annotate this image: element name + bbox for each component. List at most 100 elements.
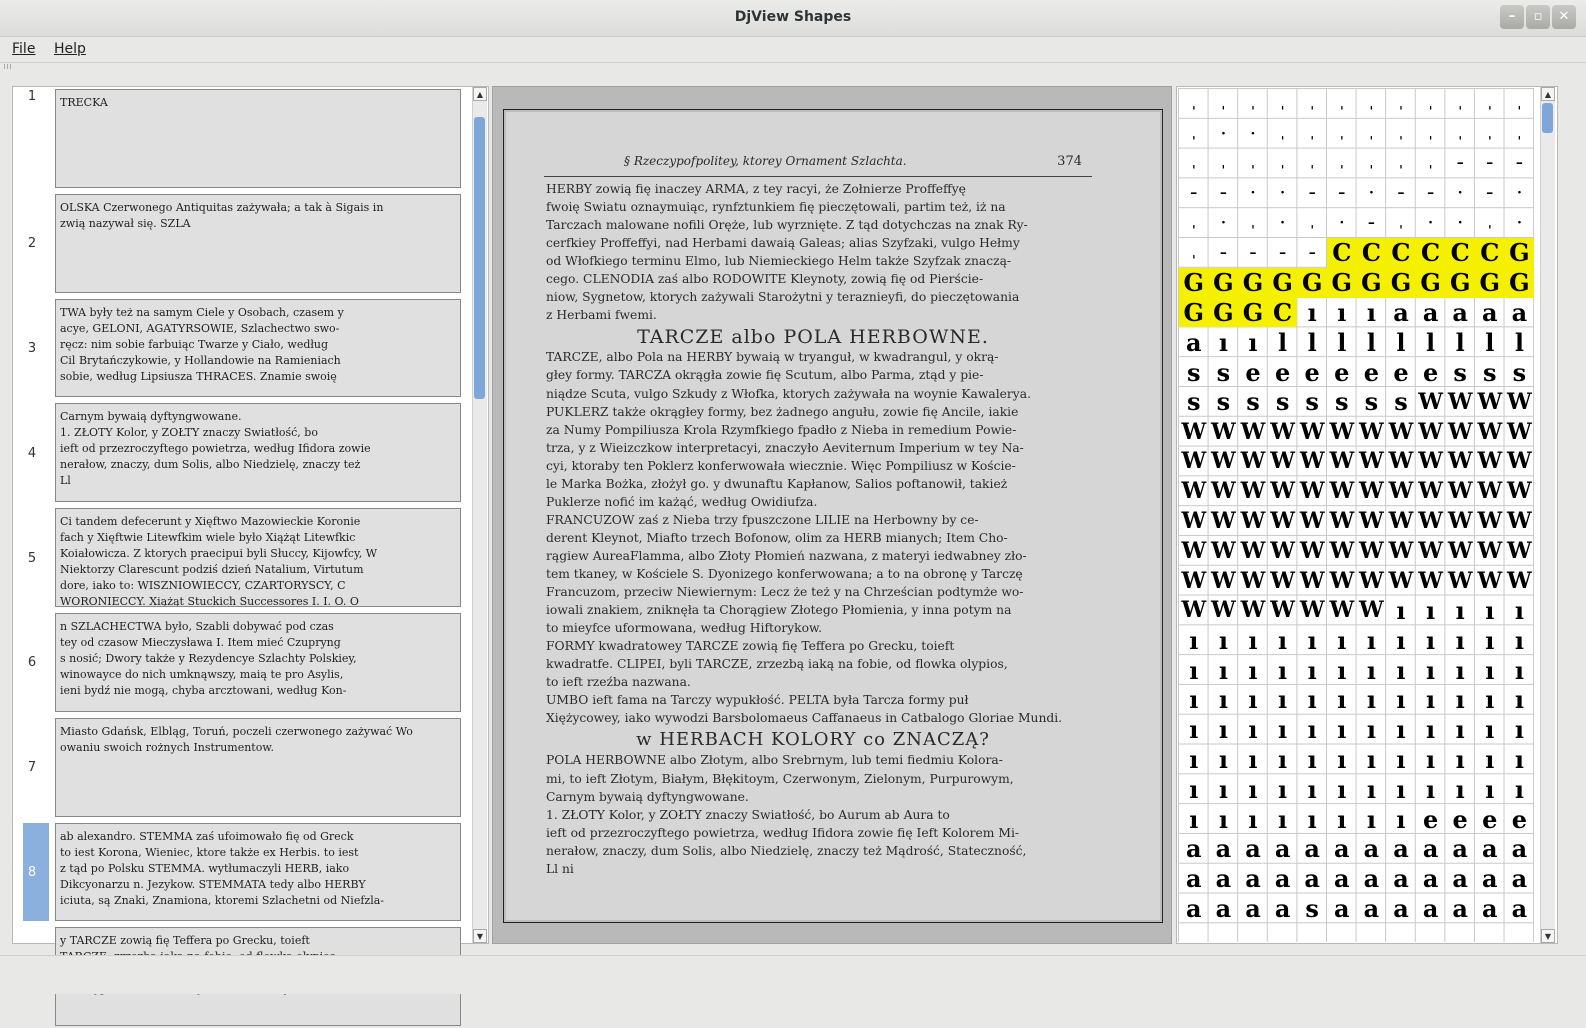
shape-cell[interactable]: – <box>1505 149 1534 179</box>
shape-cell[interactable]: s <box>1238 387 1268 417</box>
shape-cell[interactable]: W <box>1475 506 1505 536</box>
shape-cell[interactable]: ˌ <box>1445 119 1475 149</box>
shape-cell[interactable]: G <box>1179 267 1209 298</box>
shape-cell[interactable]: C <box>1356 238 1387 268</box>
shape-cell[interactable]: ˌ <box>1238 208 1268 238</box>
shape-cell[interactable]: ˌ <box>1268 149 1298 179</box>
shape-cell[interactable]: – <box>1357 208 1387 238</box>
shape-cell[interactable]: W <box>1416 447 1446 477</box>
shape-cell[interactable]: ı <box>1475 774 1505 804</box>
shape-cell[interactable]: G <box>1238 297 1268 328</box>
shape-cell[interactable]: ı <box>1416 774 1446 804</box>
shape-cell[interactable]: W <box>1268 566 1298 596</box>
shape-cell[interactable]: ı <box>1505 774 1534 804</box>
shape-cell[interactable]: · <box>1238 178 1268 208</box>
shape-cell[interactable]: W <box>1416 506 1446 536</box>
shape-cell[interactable]: ˌ <box>1179 89 1209 119</box>
shape-cell[interactable]: W <box>1505 447 1534 477</box>
shape-cell[interactable]: G <box>1445 267 1475 298</box>
shape-cell[interactable]: l <box>1357 327 1387 357</box>
shape-cell[interactable]: W <box>1416 387 1446 417</box>
shape-cell[interactable]: W <box>1445 536 1475 566</box>
thumbnail-item[interactable]: 1 TRECKA <box>13 89 461 190</box>
shape-cell[interactable]: ı <box>1268 715 1298 745</box>
shape-cell[interactable]: W <box>1327 506 1357 536</box>
shape-cell[interactable]: G <box>1327 267 1357 298</box>
scroll-up-icon[interactable]: ▲ <box>473 87 487 101</box>
shape-cell[interactable]: W <box>1209 566 1239 596</box>
shape-cell[interactable]: ı <box>1505 625 1534 655</box>
thumbnail-item[interactable]: 3 TWA były też na samym Ciele y Osobach, … <box>13 298 461 400</box>
shape-cell[interactable]: W <box>1179 447 1209 477</box>
shape-cell[interactable]: s <box>1445 357 1475 387</box>
shape-cell[interactable]: W <box>1209 506 1239 536</box>
shape-cell[interactable]: ı <box>1209 774 1239 804</box>
shape-cell[interactable]: ˌ <box>1416 149 1446 179</box>
shape-cell[interactable]: W <box>1445 417 1475 447</box>
shape-cell[interactable]: a <box>1327 894 1357 924</box>
shape-cell[interactable]: a <box>1445 834 1475 864</box>
shape-cell[interactable]: a <box>1268 864 1298 894</box>
shape-cell[interactable]: ˌ <box>1475 89 1505 119</box>
shape-cell[interactable]: W <box>1297 447 1327 477</box>
shape-cell[interactable]: ı <box>1297 655 1327 685</box>
shape-cell[interactable]: ı <box>1445 715 1475 745</box>
shape-cell[interactable]: ı <box>1327 774 1357 804</box>
shape-cell[interactable]: · <box>1268 208 1298 238</box>
shape-cell[interactable]: ı <box>1327 804 1357 834</box>
shape-cell[interactable]: ı <box>1445 655 1475 685</box>
shape-cell[interactable]: · <box>1445 208 1475 238</box>
shape-cell[interactable]: l <box>1327 327 1357 357</box>
shape-cell[interactable]: ı <box>1297 685 1327 715</box>
shape-cell[interactable]: e <box>1357 357 1387 387</box>
shape-cell[interactable]: s <box>1209 357 1239 387</box>
shape-cell[interactable]: ı <box>1238 804 1268 834</box>
shape-cell[interactable]: ı <box>1475 596 1505 626</box>
shape-cell[interactable]: ı <box>1505 715 1534 745</box>
shape-cell[interactable]: a <box>1386 834 1416 864</box>
shape-cell[interactable]: e <box>1416 804 1446 834</box>
shape-cell[interactable]: ı <box>1209 685 1239 715</box>
shape-cell[interactable]: ˌ <box>1297 119 1327 149</box>
shape-cell[interactable]: ˌ <box>1357 119 1387 149</box>
shape-cell[interactable]: a <box>1416 864 1446 894</box>
shape-cell[interactable]: ˌ <box>1209 89 1239 119</box>
shape-cell[interactable]: ı <box>1357 745 1387 775</box>
shape-cell[interactable]: W <box>1416 417 1446 447</box>
shape-cell[interactable]: W <box>1327 476 1357 506</box>
shape-cell[interactable]: W <box>1357 536 1387 566</box>
shape-cell[interactable]: G <box>1356 267 1387 298</box>
shape-cell[interactable]: ı <box>1357 774 1387 804</box>
shape-cell[interactable]: ı <box>1268 804 1298 834</box>
toolbar-grip[interactable] <box>4 64 12 69</box>
shape-cell[interactable]: ı <box>1386 774 1416 804</box>
shape-cell[interactable]: ı <box>1268 625 1298 655</box>
shape-cell[interactable]: ı <box>1297 298 1327 328</box>
shape-cell[interactable]: ı <box>1238 625 1268 655</box>
shape-cell[interactable]: W <box>1268 447 1298 477</box>
shape-cell[interactable]: ı <box>1416 715 1446 745</box>
shape-cell[interactable]: W <box>1505 506 1534 536</box>
shape-cell[interactable]: ˌ <box>1357 89 1387 119</box>
shape-cell[interactable]: W <box>1179 566 1209 596</box>
shape-cell[interactable]: ı <box>1445 774 1475 804</box>
shape-cell[interactable]: ˌ <box>1327 149 1357 179</box>
shape-cell[interactable]: ı <box>1238 327 1268 357</box>
scroll-down-icon[interactable]: ▼ <box>473 929 487 943</box>
shape-cell[interactable]: s <box>1327 387 1357 417</box>
shape-cell[interactable]: W <box>1386 417 1416 447</box>
shape-cell[interactable]: a <box>1209 894 1239 924</box>
shape-cell[interactable]: e <box>1445 804 1475 834</box>
shape-cell[interactable]: ˌ <box>1505 89 1534 119</box>
shape-cell[interactable]: ı <box>1357 655 1387 685</box>
shape-cell[interactable]: a <box>1386 864 1416 894</box>
shape-cell[interactable]: W <box>1179 417 1209 447</box>
shape-cell[interactable]: ˌ <box>1297 89 1327 119</box>
shape-cell[interactable]: G <box>1415 267 1446 298</box>
shape-cell[interactable]: ı <box>1238 774 1268 804</box>
shape-cell[interactable]: a <box>1357 834 1387 864</box>
shape-cell[interactable]: W <box>1268 476 1298 506</box>
thumbnail-scrollbar[interactable]: ▲ ▼ <box>472 87 487 943</box>
shape-cell[interactable]: W <box>1445 566 1475 596</box>
shape-cell[interactable]: W <box>1357 447 1387 477</box>
